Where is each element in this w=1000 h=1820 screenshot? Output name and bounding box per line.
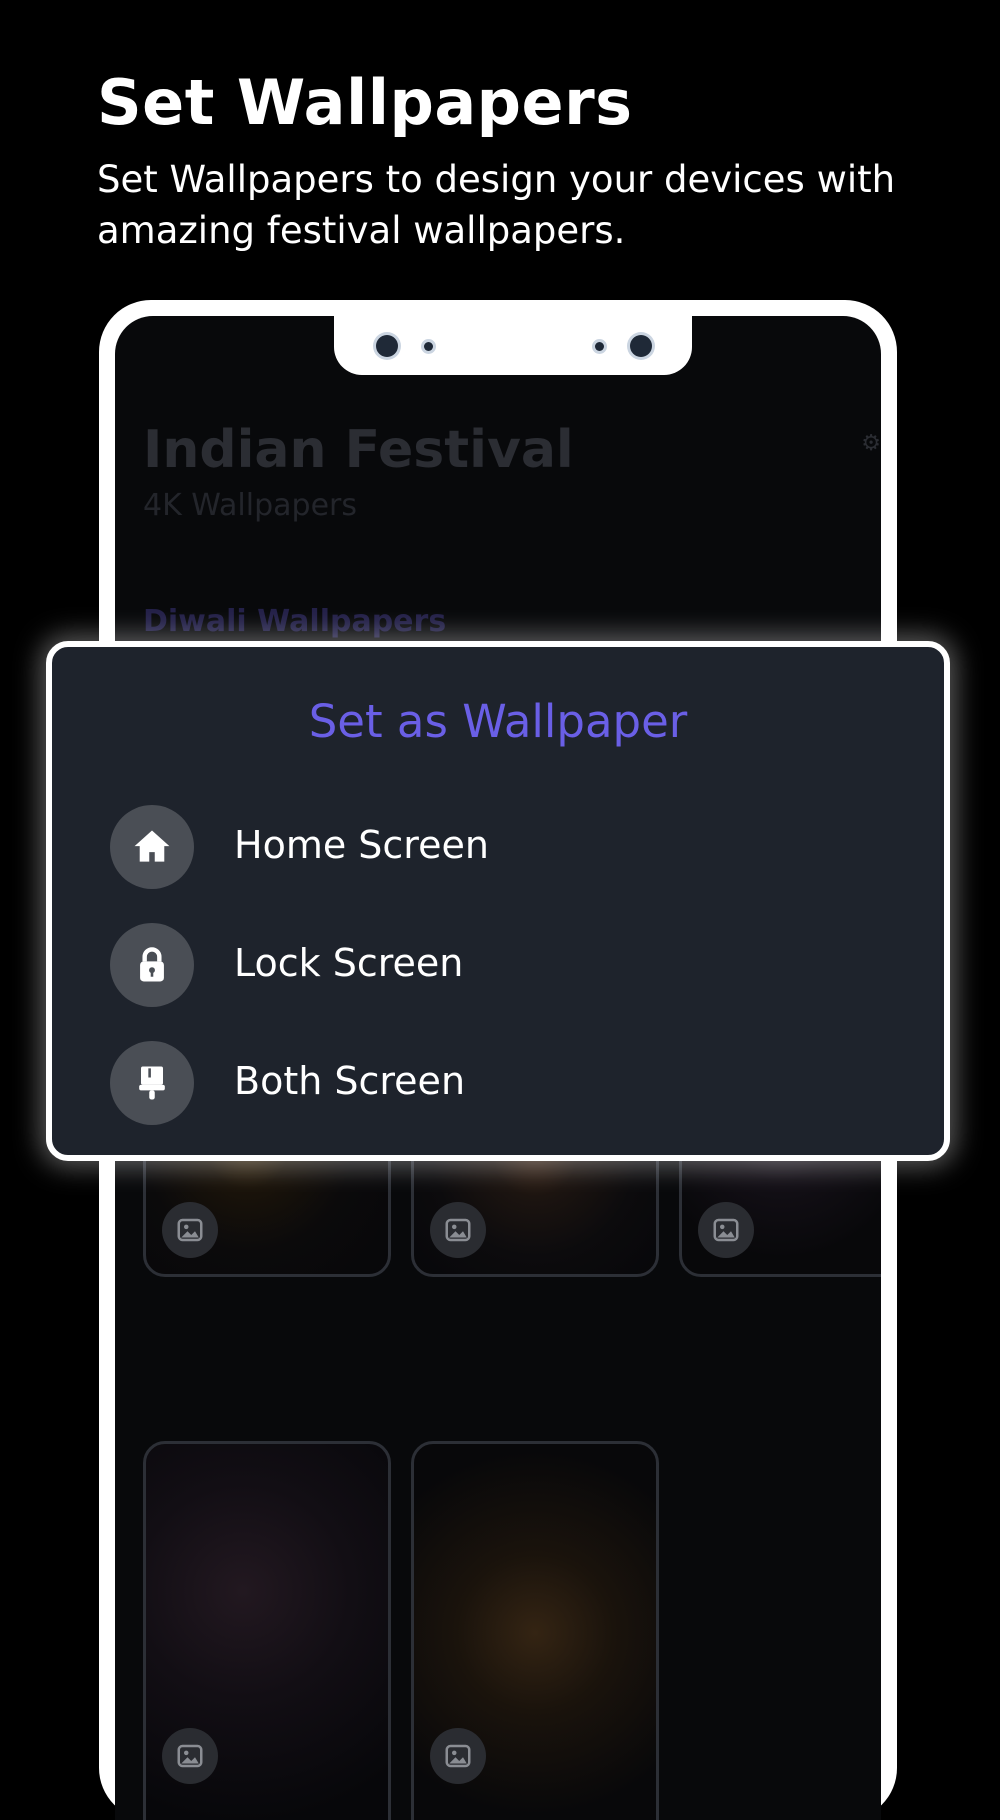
option-label: Both Screen [234,1059,466,1103]
wallpaper-tile[interactable] [411,1441,659,1820]
set-wallpaper-dialog: Set as Wallpaper Home Screen Lock Screen… [46,641,950,1161]
home-screen-option[interactable]: Home Screen [110,805,890,891]
image-icon[interactable] [430,1202,486,1258]
image-icon[interactable] [162,1202,218,1258]
image-icon[interactable] [162,1728,218,1784]
both-screen-option[interactable]: Both Screen [110,1041,890,1127]
option-label: Lock Screen [234,941,464,985]
hero-title: Set Wallpapers [97,66,633,139]
wallpaper-tile[interactable] [143,1441,391,1820]
app-subtitle: 4K Wallpapers [143,488,357,523]
phone-notch [334,316,692,375]
sensor-icon [424,342,433,351]
camera-icon [630,335,652,357]
lock-icon [110,923,194,1007]
option-label: Home Screen [234,823,489,867]
section-title: Diwali Wallpapers [143,604,447,639]
image-icon[interactable] [430,1728,486,1784]
app-title: Indian Festival [143,420,574,480]
image-icon[interactable] [698,1202,754,1258]
hero-subtitle: Set Wallpapers to design your devices wi… [97,158,896,252]
brush-icon [110,1041,194,1125]
sensor-icon [595,342,604,351]
dialog-title: Set as Wallpaper [308,695,688,748]
settings-icon[interactable]: ⚙ [861,431,881,456]
camera-icon [376,335,398,357]
home-icon [110,805,194,889]
lock-screen-option[interactable]: Lock Screen [110,923,890,1009]
